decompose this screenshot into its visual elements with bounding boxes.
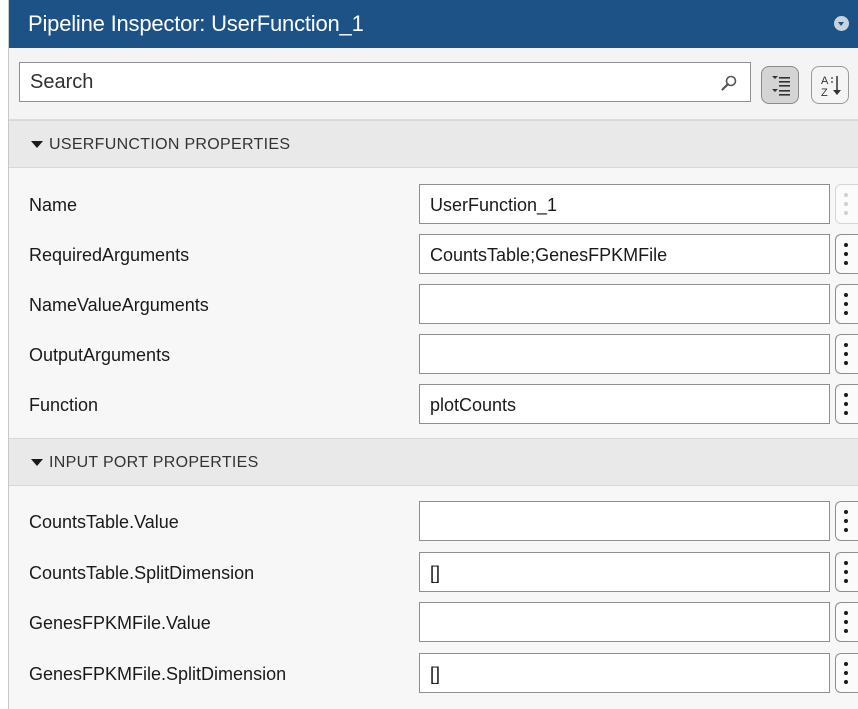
property-row-countstable-value: CountsTable.Value	[9, 497, 858, 547]
property-row-countstable-splitdimension: CountsTable.SplitDimension []	[9, 548, 858, 598]
more-options-button[interactable]	[835, 653, 858, 693]
categorized-view-icon	[772, 76, 790, 96]
property-value-field[interactable]	[419, 602, 830, 642]
more-dots-icon	[844, 393, 849, 420]
more-dots-icon	[844, 561, 849, 588]
section-header-userfunction-properties[interactable]: USERFUNCTION PROPERTIES	[9, 120, 858, 168]
property-row-required-arguments: RequiredArguments CountsTable;GenesFPKMF…	[9, 230, 858, 280]
property-label: Function	[29, 395, 99, 415]
title-bar: Pipeline Inspector: UserFunction_1	[9, 0, 858, 48]
panel-title: Pipeline Inspector: UserFunction_1	[28, 11, 364, 36]
svg-text:A: A	[821, 75, 829, 87]
search-box	[19, 62, 751, 102]
section-title: USERFUNCTION PROPERTIES	[49, 136, 291, 153]
more-dots-icon	[844, 293, 849, 320]
property-label: Name	[29, 195, 78, 215]
more-options-button[interactable]	[835, 552, 858, 592]
more-dots-icon	[844, 611, 849, 638]
more-dots-icon	[844, 193, 849, 220]
property-value-field[interactable]	[419, 501, 830, 541]
more-dots-icon	[844, 510, 849, 537]
more-options-button[interactable]	[835, 234, 858, 274]
more-options-button[interactable]	[835, 284, 858, 324]
sort-alphabetical-icon: A Z	[821, 75, 841, 99]
more-options-button[interactable]	[835, 501, 858, 541]
property-label: OutputArguments	[29, 345, 171, 365]
categorized-view-button[interactable]	[761, 66, 799, 104]
more-options-button[interactable]	[835, 602, 858, 642]
property-value-field[interactable]	[419, 284, 830, 324]
property-label: NameValueArguments	[29, 295, 209, 315]
sort-alphabetical-button[interactable]: A Z	[811, 66, 849, 104]
property-value-field[interactable]: plotCounts	[419, 384, 830, 424]
pipeline-inspector-panel: Pipeline Inspector: UserFunction_1 Searc…	[8, 0, 858, 709]
more-dots-icon	[844, 343, 849, 370]
property-value-field[interactable]: []	[419, 552, 830, 592]
toolbar: A Z	[9, 48, 858, 120]
search-input[interactable]	[20, 63, 710, 101]
property-row-genesfpkmfile-splitdimension: GenesFPKMFile.SplitDimension []	[9, 649, 858, 699]
section-title: INPUT PORT PROPERTIES	[49, 454, 259, 471]
property-label: GenesFPKMFile.SplitDimension	[29, 664, 287, 684]
more-options-button[interactable]	[835, 384, 858, 424]
property-value-field[interactable]: UserFunction_1	[419, 184, 830, 224]
more-dots-icon	[844, 243, 849, 270]
property-label: CountsTable.SplitDimension	[29, 563, 255, 583]
svg-text:Z: Z	[821, 87, 828, 99]
property-value-field[interactable]	[419, 334, 830, 374]
more-dots-icon	[844, 662, 849, 689]
property-label: CountsTable.Value	[29, 512, 179, 532]
property-row-genesfpkmfile-value: GenesFPKMFile.Value	[9, 598, 858, 648]
panel-menu-icon[interactable]	[834, 16, 849, 31]
property-row-name: Name UserFunction_1	[9, 180, 858, 230]
property-row-function: Function plotCounts	[9, 380, 858, 430]
more-options-button[interactable]	[835, 184, 858, 224]
property-label: GenesFPKMFile.Value	[29, 613, 211, 633]
property-row-name-value-arguments: NameValueArguments	[9, 280, 858, 330]
collapse-triangle-icon[interactable]	[31, 459, 43, 466]
search-icon[interactable]	[720, 74, 738, 92]
property-value-field[interactable]: CountsTable;GenesFPKMFile	[419, 234, 830, 274]
more-options-button[interactable]	[835, 334, 858, 374]
property-row-output-arguments: OutputArguments	[9, 330, 858, 380]
property-value-field[interactable]: []	[419, 653, 830, 693]
section-header-input-port-properties[interactable]: INPUT PORT PROPERTIES	[9, 438, 858, 486]
collapse-triangle-icon[interactable]	[31, 141, 43, 148]
property-label: RequiredArguments	[29, 245, 190, 265]
